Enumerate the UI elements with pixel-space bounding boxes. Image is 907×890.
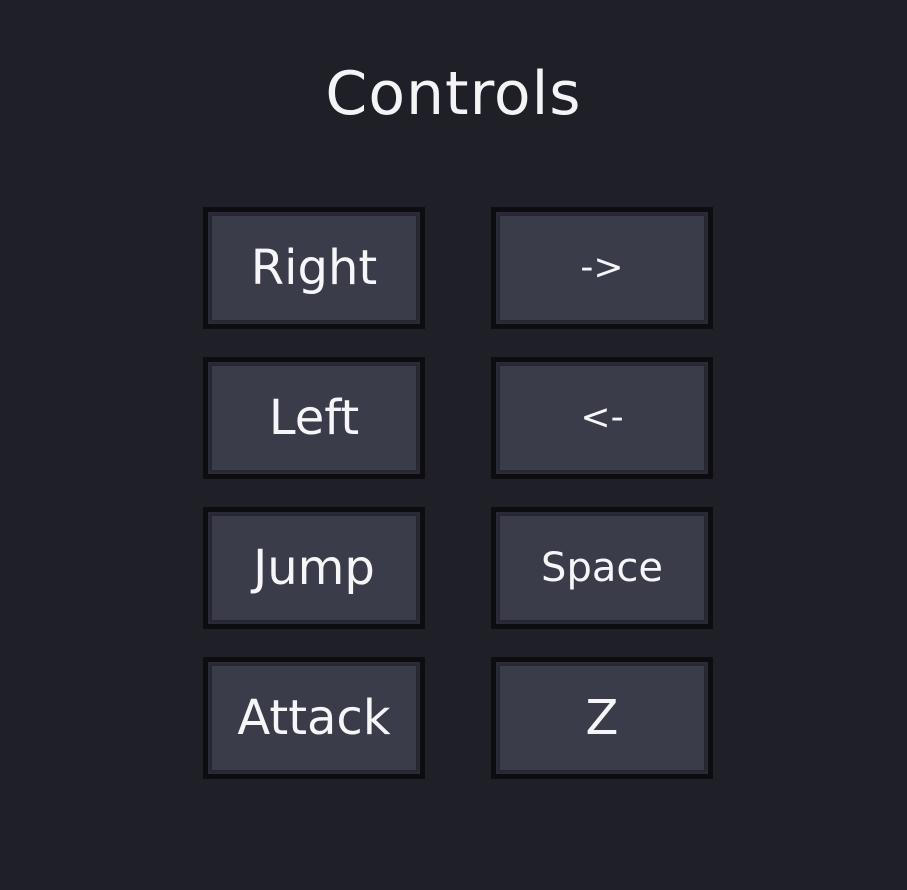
controls-title: Controls <box>325 59 582 129</box>
key-jump-button[interactable]: Space <box>491 507 713 629</box>
action-attack-label: Attack <box>237 690 391 746</box>
key-attack-button[interactable]: Z <box>491 657 713 779</box>
key-right-button[interactable]: -> <box>491 207 713 329</box>
key-attack-label: Z <box>585 690 619 746</box>
action-right-label: Right <box>250 240 378 296</box>
key-left-button[interactable]: <- <box>491 357 713 479</box>
action-left-button[interactable]: Left <box>203 357 425 479</box>
key-right-label: -> <box>580 247 624 288</box>
action-jump-button[interactable]: Jump <box>203 507 425 629</box>
action-jump-label: Jump <box>253 540 375 596</box>
action-attack-button[interactable]: Attack <box>203 657 425 779</box>
key-left-label: <- <box>580 397 624 438</box>
action-left-label: Left <box>268 390 360 446</box>
key-jump-label: Space <box>541 545 663 591</box>
action-right-button[interactable]: Right <box>203 207 425 329</box>
